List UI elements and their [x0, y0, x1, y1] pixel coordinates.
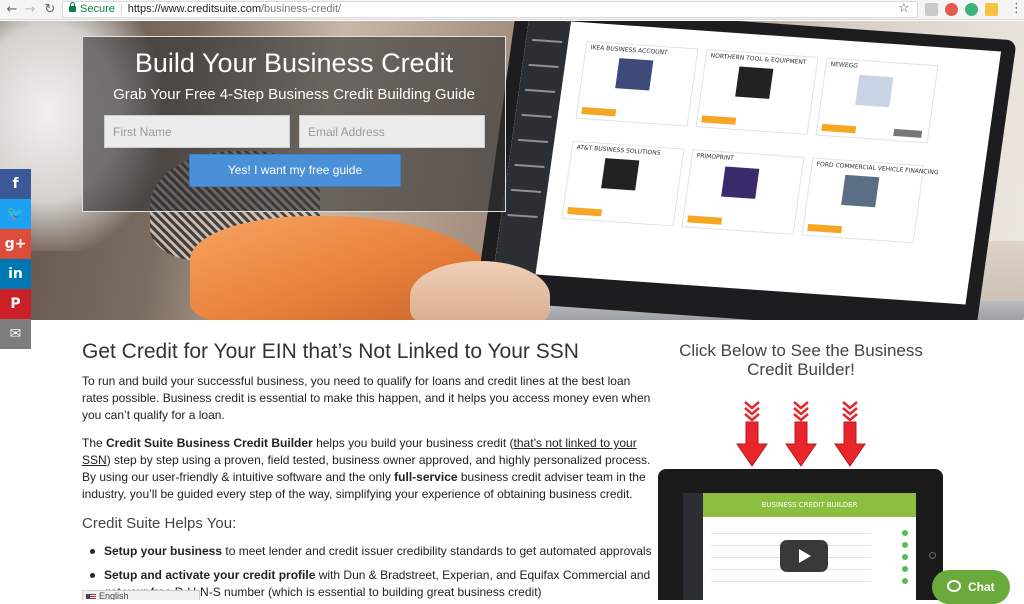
text-run: helps you build your business credit ( — [312, 436, 514, 450]
address-separator: | — [119, 3, 123, 15]
url-path: /business-credit/ — [261, 3, 342, 15]
language-selector[interactable]: English — [82, 590, 200, 600]
address-bar[interactable]: Secure | https://www.creditsuite.com/busin… — [62, 1, 918, 18]
first-name-input[interactable] — [104, 115, 290, 148]
extension-icon[interactable] — [985, 3, 998, 16]
video-cta-title: Click Below to See the Business Credit B… — [679, 341, 923, 379]
back-icon[interactable]: ← — [4, 2, 20, 18]
pinterest-icon[interactable]: P — [0, 289, 31, 319]
browser-menu-icon[interactable]: ⋮ — [1010, 1, 1023, 16]
url-domain: https://www.creditsuite.com — [127, 3, 261, 15]
email-input[interactable] — [299, 115, 485, 148]
bullet-bold: Setup your business — [104, 544, 223, 558]
chat-button[interactable]: Chat — [932, 570, 1010, 604]
video-header: BUSINESS CREDIT BUILDER — [703, 493, 916, 517]
us-flag-icon — [86, 594, 96, 600]
tablet-button-icon — [929, 552, 936, 559]
secure-label: Secure — [80, 3, 115, 15]
vendor-card: AT&T BUSINESS SOLUTIONS — [561, 140, 685, 227]
laptop-app-screenshot: IKEA BUSINESS ACCOUNT NORTHERN TOOL & EQ… — [493, 21, 1002, 305]
google-plus-icon[interactable]: g+ — [0, 229, 31, 259]
extension-icon[interactable] — [945, 3, 958, 16]
laptop-screen: IKEA BUSINESS ACCOUNT NORTHERN TOOL & EQ… — [475, 21, 1017, 320]
vendor-card: NEWEGG — [815, 57, 939, 144]
facebook-icon[interactable]: f — [0, 169, 31, 199]
vendor-card-title: IKEA BUSINESS ACCOUNT — [590, 44, 669, 57]
lock-icon — [69, 2, 76, 12]
down-arrow-icon — [834, 401, 866, 467]
bookmark-star-icon[interactable]: ☆ — [898, 1, 910, 16]
twitter-icon[interactable]: 🐦 — [0, 199, 31, 229]
linkedin-icon[interactable]: in — [0, 259, 31, 289]
down-arrow-icon — [785, 401, 817, 467]
free-guide-button[interactable]: Yes! I want my free guide — [189, 154, 401, 187]
chat-bubble-icon — [947, 580, 961, 592]
vendor-card-title: AT&T BUSINESS SOLUTIONS — [576, 144, 661, 157]
down-arrow-icon — [736, 401, 768, 467]
main-heading: Get Credit for Your EIN that’s Not Linke… — [82, 340, 579, 363]
play-icon[interactable] — [780, 540, 828, 572]
optin-subtitle: Grab Your Free 4-Step Business Credit Bu… — [113, 86, 475, 103]
vendor-card: FORD COMMERCIAL VEHICLE FINANCING — [801, 157, 939, 244]
browser-toolbar: ← → ↻ Secure | https://www.creditsuite.com… — [0, 0, 1024, 20]
optin-title: Build Your Business Credit — [134, 48, 454, 78]
vendor-card-title: NORTHERN TOOL & EQUIPMENT — [710, 52, 807, 67]
optin-form: Build Your Business Credit Grab Your Fre… — [82, 36, 506, 212]
bullet-text: to meet lender and credit issuer credibi… — [222, 544, 652, 558]
vendor-card-title: FORD COMMERCIAL VEHICLE FINANCING — [816, 160, 939, 177]
video-thumbnail: BUSINESS CREDIT BUILDER — [683, 493, 916, 600]
vendor-card-title: NEWEGG — [830, 60, 859, 70]
vendor-card: IKEA BUSINESS ACCOUNT — [575, 40, 699, 127]
product-name: Credit Suite Business Credit Builder — [106, 436, 313, 450]
forward-icon[interactable]: → — [22, 2, 38, 18]
vendor-card: NORTHERN TOOL & EQUIPMENT — [695, 49, 819, 135]
helps-heading: Credit Suite Helps You: — [82, 515, 237, 532]
bullet-bold: Setup and activate your credit profile — [104, 568, 316, 582]
grammarly-icon[interactable] — [965, 3, 978, 16]
list-item: Setup your business to meet lender and c… — [90, 543, 664, 560]
intro-paragraph: To run and build your successful busines… — [82, 374, 651, 422]
email-icon[interactable]: ✉ — [0, 319, 31, 349]
extension-icon[interactable] — [925, 3, 938, 16]
video-app-sidebar — [683, 493, 703, 600]
reload-icon[interactable]: ↻ — [42, 2, 58, 18]
text-run: The — [82, 436, 107, 450]
full-service-text: full-service — [394, 470, 458, 484]
vendor-card: PRIMOPRINT — [681, 149, 805, 235]
vendor-card-title: PRIMOPRINT — [696, 152, 735, 163]
builder-paragraph: The Credit Suite Business Credit Builder… — [82, 435, 652, 503]
video-player[interactable]: BUSINESS CREDIT BUILDER — [658, 469, 943, 600]
chat-label: Chat — [968, 580, 995, 594]
language-label: English — [99, 591, 129, 600]
